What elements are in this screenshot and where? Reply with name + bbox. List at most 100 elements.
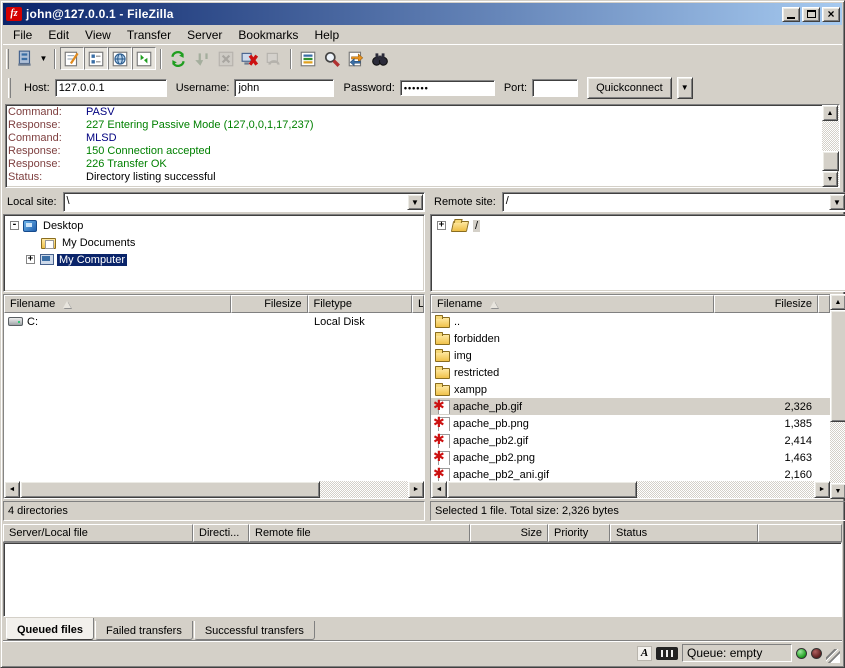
maximize-button[interactable] <box>802 7 820 22</box>
tree-item-root[interactable]: + / <box>431 217 845 234</box>
expand-icon[interactable]: + <box>26 255 35 264</box>
scroll-thumb[interactable] <box>20 481 320 498</box>
scroll-thumb[interactable] <box>822 151 839 171</box>
scroll-track[interactable] <box>830 422 845 483</box>
column-header-filename[interactable]: Filename <box>431 295 714 313</box>
menu-file[interactable]: File <box>5 26 40 44</box>
close-button[interactable]: × <box>822 7 840 22</box>
scroll-track[interactable] <box>822 121 839 151</box>
remote-list-rows[interactable]: .. forbidden img restricted xampp apache… <box>431 313 830 481</box>
column-header-priority[interactable]: Priority <box>548 524 610 542</box>
list-item-apache-pb-gif[interactable]: apache_pb.gif2,326 <box>431 398 830 415</box>
column-header-status[interactable]: Status <box>610 524 758 542</box>
list-item-apache-pb-png[interactable]: apache_pb.png1,385 <box>431 415 830 432</box>
scroll-left-icon[interactable]: ◄ <box>4 481 20 498</box>
tab-successful-transfers[interactable]: Successful transfers <box>194 621 315 640</box>
directory-comparison-button[interactable] <box>368 47 392 70</box>
list-item-apache-pb2-gif[interactable]: apache_pb2.gif2,414 <box>431 432 830 449</box>
list-item-parent-dir[interactable]: .. <box>431 313 830 330</box>
column-header-size[interactable]: Size <box>470 524 548 542</box>
directory-listing-filters-button[interactable] <box>296 47 320 70</box>
password-input[interactable] <box>400 80 495 96</box>
scroll-track[interactable] <box>637 481 814 498</box>
tree-item-my-documents[interactable]: My Documents <box>4 234 424 251</box>
local-site-combobox[interactable]: \ ▼ <box>63 192 425 212</box>
tab-failed-transfers[interactable]: Failed transfers <box>95 621 193 640</box>
list-item-apache-pb2-png[interactable]: apache_pb2.png1,463 <box>431 449 830 466</box>
port-input[interactable] <box>532 79 578 97</box>
speed-limits-icon[interactable] <box>656 647 678 660</box>
menu-bookmarks[interactable]: Bookmarks <box>230 26 306 44</box>
toggle-local-tree-button[interactable] <box>84 47 108 70</box>
column-header-filetype[interactable]: Filetype <box>308 295 413 313</box>
scroll-left-icon[interactable]: ◄ <box>431 481 447 498</box>
host-input[interactable] <box>55 79 167 97</box>
scroll-down-icon[interactable]: ▼ <box>830 483 845 499</box>
refresh-button[interactable] <box>166 47 190 70</box>
scroll-up-icon[interactable]: ▲ <box>822 105 838 121</box>
toggle-remote-tree-button[interactable] <box>108 47 132 70</box>
local-horizontal-scrollbar[interactable]: ◄ ► <box>4 481 424 498</box>
scroll-thumb[interactable] <box>830 310 845 422</box>
remote-directory-tree[interactable]: + / <box>430 214 845 292</box>
tree-item-my-computer[interactable]: + My Computer <box>4 251 424 268</box>
list-item-c-drive[interactable]: C: Local Disk <box>4 313 424 330</box>
process-queue-button[interactable] <box>190 47 214 70</box>
column-header-direction[interactable]: Directi... <box>193 524 249 542</box>
site-manager-dropdown[interactable]: ▼ <box>37 47 50 70</box>
column-header-remote-file[interactable]: Remote file <box>249 524 470 542</box>
list-item-xampp[interactable]: xampp <box>431 381 830 398</box>
expand-icon[interactable]: + <box>437 221 446 230</box>
scroll-down-icon[interactable]: ▼ <box>822 171 838 187</box>
chevron-down-icon[interactable]: ▼ <box>829 194 845 210</box>
menu-help[interactable]: Help <box>306 26 347 44</box>
site-manager-button[interactable] <box>13 47 37 70</box>
reconnect-button[interactable] <box>262 47 286 70</box>
menu-view[interactable]: View <box>77 26 119 44</box>
quickconnect-dropdown[interactable]: ▼ <box>677 77 693 99</box>
column-header-filename[interactable]: Filename <box>4 295 231 313</box>
local-site-value[interactable]: \ <box>64 193 406 211</box>
queue-list-area[interactable] <box>3 542 842 617</box>
remote-site-value[interactable]: / <box>503 193 828 211</box>
menu-transfer[interactable]: Transfer <box>119 26 179 44</box>
resize-grip[interactable] <box>826 649 840 663</box>
chevron-down-icon[interactable]: ▼ <box>407 194 423 210</box>
message-log-lines[interactable]: Command:PASV Response:227 Entering Passi… <box>6 105 822 187</box>
file-search-button[interactable] <box>320 47 344 70</box>
toggle-message-log-button[interactable] <box>60 47 84 70</box>
menu-server[interactable]: Server <box>179 26 230 44</box>
username-input[interactable] <box>234 79 334 97</box>
scroll-up-icon[interactable]: ▲ <box>830 294 845 310</box>
log-vertical-scrollbar[interactable]: ▲ ▼ <box>822 105 839 187</box>
synchronized-browsing-button[interactable] <box>344 47 368 70</box>
collapse-icon[interactable]: - <box>10 221 19 230</box>
list-item-apache-pb2-ani-gif[interactable]: apache_pb2_ani.gif2,160 <box>431 466 830 481</box>
local-directory-tree[interactable]: - Desktop My Documents + My Computer <box>3 214 425 292</box>
list-item-restricted[interactable]: restricted <box>431 364 830 381</box>
toggle-transfer-queue-button[interactable] <box>132 47 156 70</box>
menu-edit[interactable]: Edit <box>40 26 77 44</box>
scroll-right-icon[interactable]: ► <box>814 481 830 498</box>
ascii-data-type-icon[interactable]: A <box>637 646 652 661</box>
column-header-last-modified[interactable]: L <box>412 295 424 313</box>
column-header-filesize[interactable]: Filesize <box>714 295 818 313</box>
list-item-img[interactable]: img <box>431 347 830 364</box>
quickconnect-button[interactable]: Quickconnect <box>587 77 672 99</box>
scroll-track[interactable] <box>320 481 408 498</box>
tree-item-desktop[interactable]: - Desktop <box>4 217 424 234</box>
local-list-rows[interactable]: C: Local Disk <box>4 313 424 481</box>
scroll-right-icon[interactable]: ► <box>408 481 424 498</box>
disconnect-button[interactable] <box>238 47 262 70</box>
title-bar[interactable]: fz john@127.0.0.1 - FileZilla × <box>3 3 842 25</box>
remote-horizontal-scrollbar[interactable]: ◄ ► <box>431 481 830 498</box>
remote-site-combobox[interactable]: / ▼ <box>502 192 845 212</box>
column-header-filesize[interactable]: Filesize <box>231 295 308 313</box>
scroll-thumb[interactable] <box>447 481 637 498</box>
cancel-operation-button[interactable] <box>214 47 238 70</box>
list-item-forbidden[interactable]: forbidden <box>431 330 830 347</box>
tab-queued-files[interactable]: Queued files <box>6 618 94 640</box>
remote-vertical-scrollbar[interactable]: ▲ ▼ <box>830 294 845 499</box>
column-header-server-local-file[interactable]: Server/Local file <box>3 524 193 542</box>
minimize-button[interactable] <box>782 7 800 22</box>
